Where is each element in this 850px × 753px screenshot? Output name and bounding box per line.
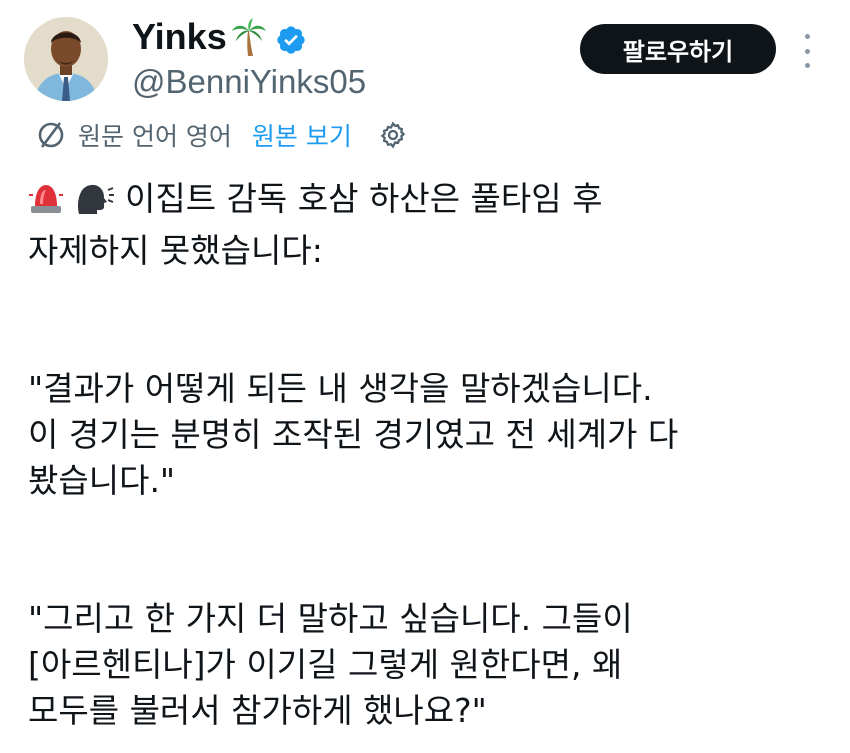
more-vertical-icon[interactable] <box>800 34 814 68</box>
tweet-line: "결과가 어떻게 되든 내 생각을 말하겠습니다. <box>28 369 653 408</box>
tweet-line: 이 경기는 분명히 조작된 경기였고 전 세계가 다 <box>28 415 679 454</box>
gear-icon[interactable] <box>378 120 408 150</box>
translate-globe-icon <box>34 118 68 152</box>
tweet-line: [아르헨티나]가 이기길 그렇게 원한다면, 왜 <box>28 645 623 684</box>
display-name-text[interactable]: Yinks <box>132 14 227 60</box>
tweet-line: 자제하지 못했습니다: <box>28 231 323 270</box>
avatar[interactable] <box>24 17 108 101</box>
tweet-text: 이집트 감독 호삼 하산은 풀타임 후 자제하지 못했습니다: "결과가 어떻게… <box>28 176 828 734</box>
police-siren-icon <box>28 180 64 228</box>
translation-bar: 원문 언어 영어 원본 보기 <box>34 114 408 156</box>
tweet-line: 모두를 불러서 참가하게 했나요?" <box>28 691 487 730</box>
tweet-line: "그리고 한 가지 더 말하고 싶습니다. 그들이 <box>28 599 633 638</box>
tweet-line: 봤습니다." <box>28 461 176 500</box>
author-display-name[interactable]: Yinks <box>132 14 307 60</box>
speaking-head-icon <box>75 180 115 228</box>
show-original-link[interactable]: 원본 보기 <box>252 117 352 153</box>
tweet-line: 이집트 감독 호삼 하산은 풀타임 후 <box>28 176 828 228</box>
tweet-line-text: 이집트 감독 호삼 하산은 풀타임 후 <box>125 179 603 218</box>
source-language-label: 원문 언어 영어 <box>78 122 232 151</box>
verified-badge-icon <box>275 21 307 54</box>
author-handle[interactable]: @BenniYinks05 <box>132 60 366 104</box>
follow-button[interactable]: 팔로우하기 <box>580 24 776 74</box>
palm-tree-icon <box>229 17 269 57</box>
